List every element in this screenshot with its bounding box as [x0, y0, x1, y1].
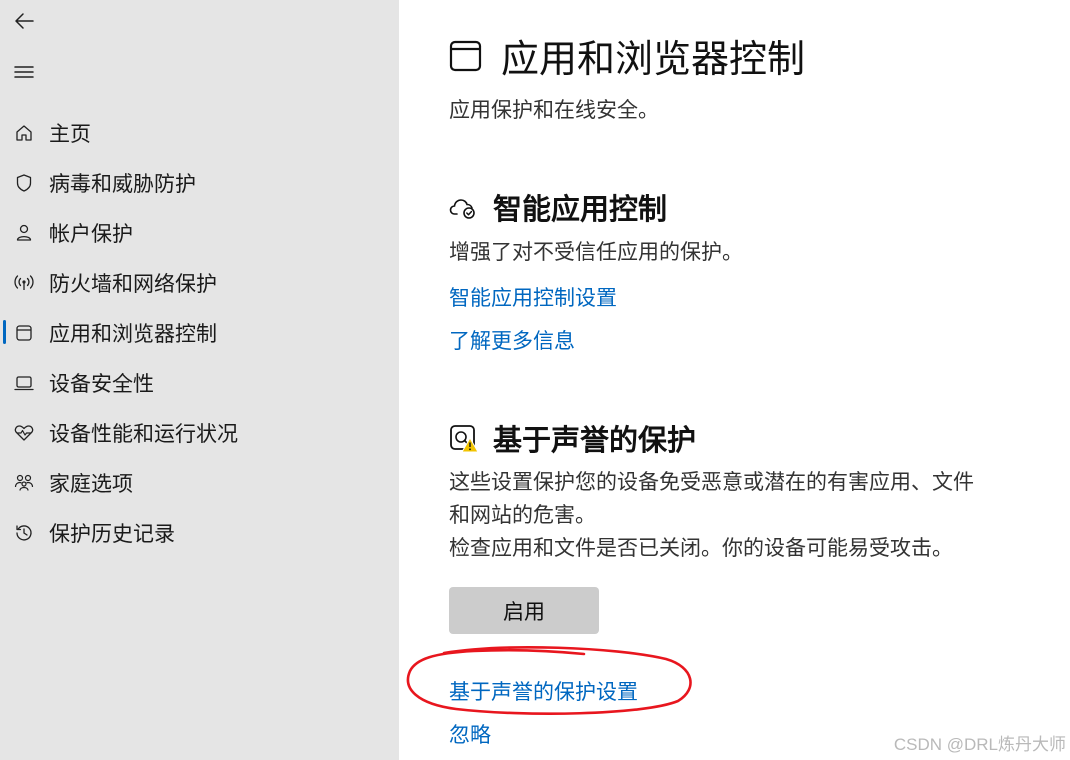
sidebar-item-label: 应用和浏览器控制: [49, 322, 217, 346]
page-subtitle: 应用保护和在线安全。: [449, 98, 659, 122]
smart-app-description: 增强了对不受信任应用的保护。: [449, 240, 743, 264]
page-title: 应用和浏览器控制: [501, 37, 806, 81]
section-title: 智能应用控制: [493, 192, 668, 226]
enable-button[interactable]: 启用: [449, 587, 599, 634]
sidebar-nav: 主页 病毒和威胁防护 帐户保护 防火墙和网络保护 应用和浏览器控制 设备安全性 …: [0, 108, 399, 558]
reputation-protection-header: 基于声誉的保护: [449, 417, 696, 459]
shield-icon: [13, 172, 35, 194]
sidebar: 主页 病毒和威胁防护 帐户保护 防火墙和网络保护 应用和浏览器控制 设备安全性 …: [0, 0, 399, 760]
heart-pulse-icon: [13, 422, 35, 444]
laptop-icon: [13, 372, 35, 394]
dismiss-link[interactable]: 忽略: [449, 719, 491, 749]
sidebar-item-protection-history[interactable]: 保护历史记录: [0, 508, 399, 558]
menu-button[interactable]: [8, 56, 40, 88]
cloud-check-icon: [449, 192, 479, 222]
description-line: 这些设置保护您的设备免受恶意或潜在的有害应用、文件: [449, 470, 974, 494]
reputation-warning-icon: [449, 423, 479, 453]
app-window-icon: [13, 322, 35, 344]
back-arrow-icon: [15, 13, 34, 29]
home-icon: [13, 122, 35, 144]
sidebar-item-label: 家庭选项: [49, 472, 133, 496]
app-window-icon: [449, 39, 483, 73]
sidebar-item-label: 设备性能和运行状况: [49, 422, 238, 446]
sidebar-item-label: 主页: [49, 122, 91, 146]
sidebar-item-label: 防火墙和网络保护: [49, 272, 217, 296]
sidebar-item-label: 保护历史记录: [49, 522, 175, 546]
section-title: 基于声誉的保护: [493, 423, 697, 457]
wireless-icon: [13, 272, 35, 294]
family-icon: [13, 472, 35, 494]
history-icon: [13, 522, 35, 544]
active-indicator: [3, 320, 6, 344]
sidebar-item-firewall[interactable]: 防火墙和网络保护: [0, 258, 399, 308]
main-content: 应用和浏览器控制 应用保护和在线安全。 智能应用控制 增强了对不受信任应用的保护…: [449, 0, 1059, 760]
back-button[interactable]: [8, 5, 40, 37]
sidebar-item-home[interactable]: 主页: [0, 108, 399, 158]
person-icon: [13, 222, 35, 244]
security-app-window: 主页 病毒和威胁防护 帐户保护 防火墙和网络保护 应用和浏览器控制 设备安全性 …: [0, 0, 1070, 760]
hamburger-menu-icon: [14, 66, 34, 78]
description-line: 和网站的危害。: [449, 503, 596, 527]
smart-app-control-header: 智能应用控制: [449, 186, 667, 228]
sidebar-item-label: 设备安全性: [49, 372, 154, 396]
page-header: 应用和浏览器控制: [449, 28, 805, 83]
warning-text: 检查应用和文件是否已关闭。你的设备可能易受攻击。: [449, 536, 953, 560]
sidebar-item-device-performance[interactable]: 设备性能和运行状况: [0, 408, 399, 458]
sidebar-item-device-security[interactable]: 设备安全性: [0, 358, 399, 408]
reputation-description: 这些设置保护您的设备免受恶意或潜在的有害应用、文件 和网站的危害。 检查应用和文…: [449, 466, 1059, 565]
sidebar-item-family-options[interactable]: 家庭选项: [0, 458, 399, 508]
sidebar-item-label: 帐户保护: [49, 222, 133, 246]
sidebar-item-account-protection[interactable]: 帐户保护: [0, 208, 399, 258]
sidebar-item-app-browser-control[interactable]: 应用和浏览器控制: [0, 308, 399, 358]
sidebar-item-label: 病毒和威胁防护: [49, 172, 196, 196]
learn-more-link[interactable]: 了解更多信息: [449, 325, 575, 355]
reputation-settings-link[interactable]: 基于声誉的保护设置: [449, 676, 638, 706]
sidebar-item-virus-protection[interactable]: 病毒和威胁防护: [0, 158, 399, 208]
watermark: CSDN @DRL炼丹大师: [893, 735, 1066, 754]
smart-app-settings-link[interactable]: 智能应用控制设置: [449, 282, 617, 312]
